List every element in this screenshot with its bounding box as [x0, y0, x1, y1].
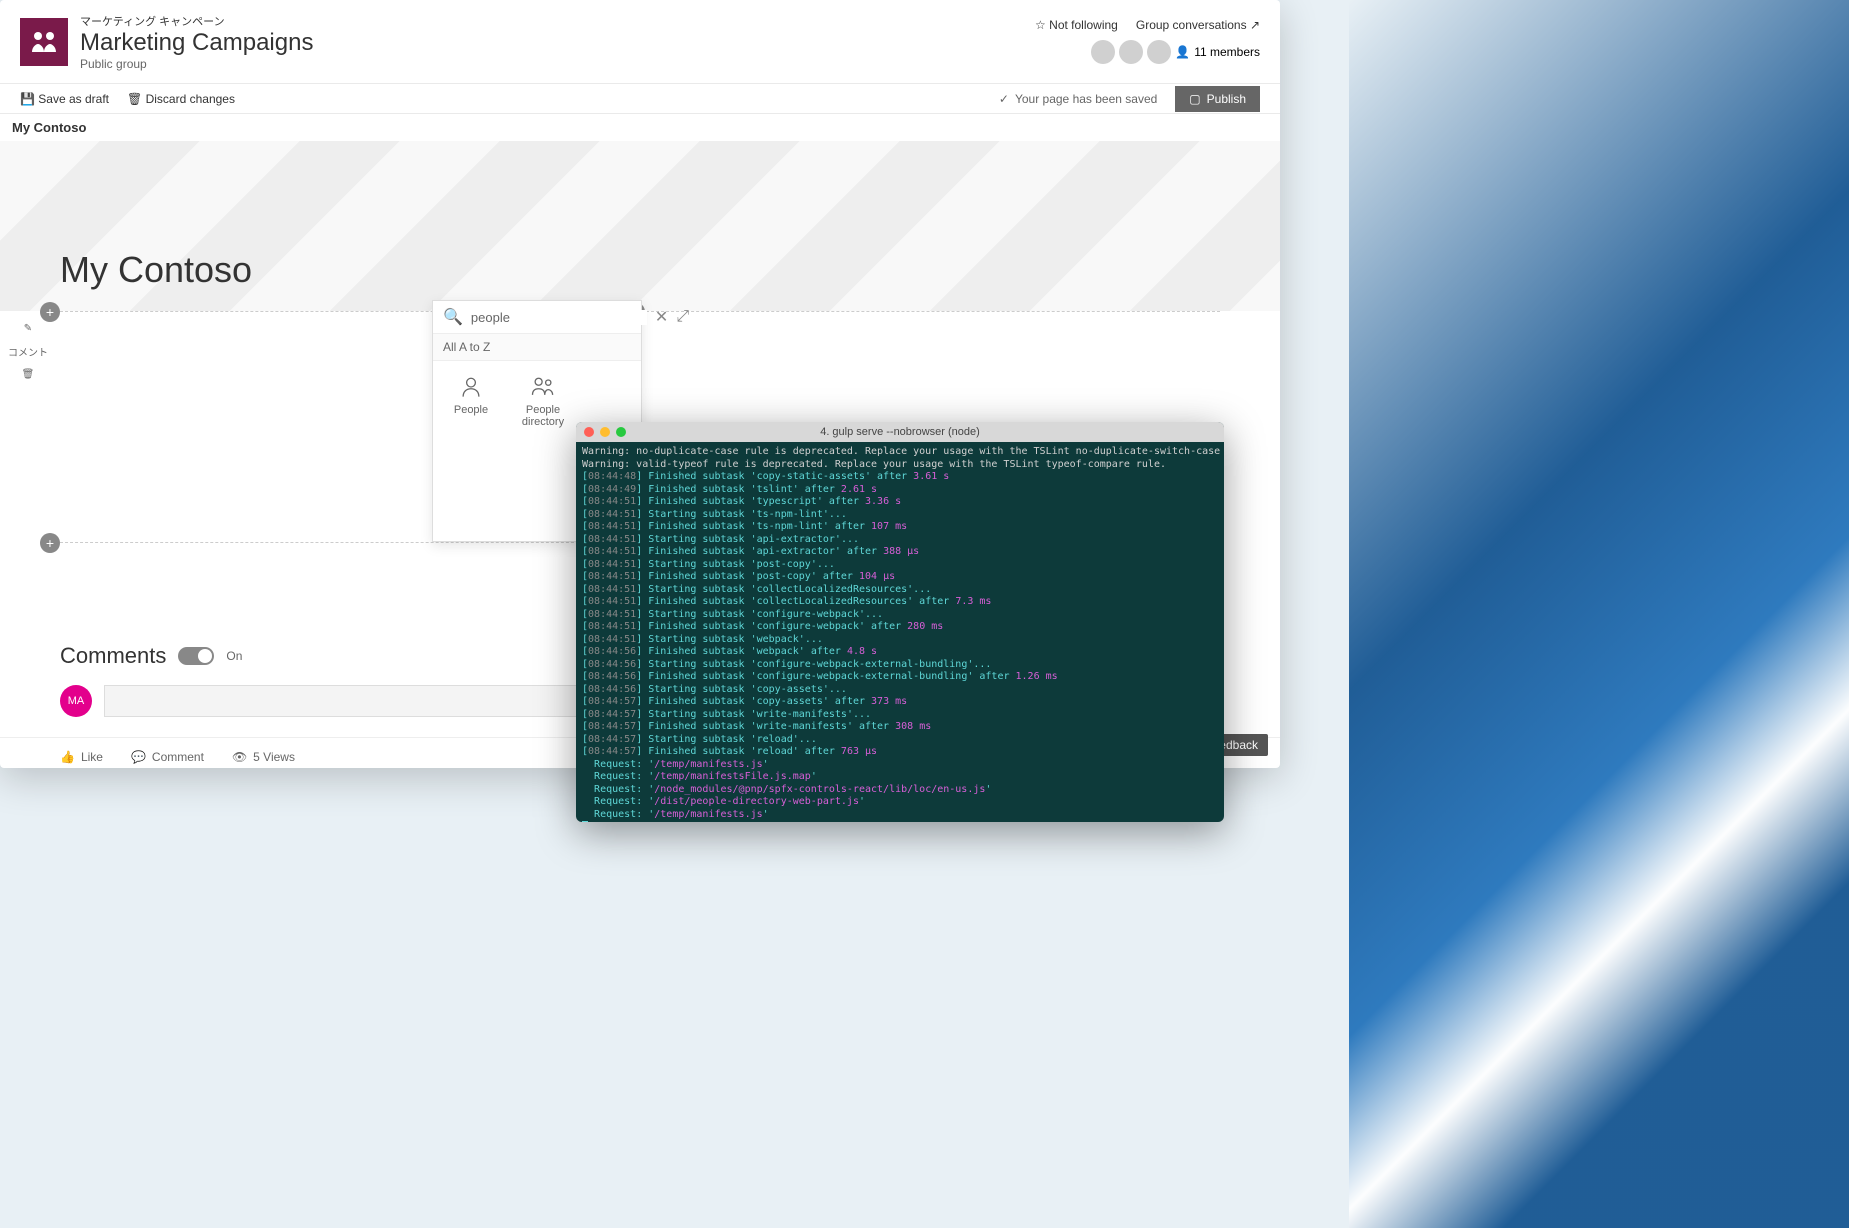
thumbs-up-icon: 👍 [60, 750, 75, 764]
terminal-title: 4. gulp serve --nobrowser (node) [576, 426, 1224, 438]
expand-icon[interactable]: ⤢ [676, 308, 689, 326]
external-link-icon: ↗ [1250, 18, 1260, 32]
comment-icon: 💬 [131, 750, 146, 764]
saved-status: ✓ Your page has been saved [999, 92, 1157, 106]
terminal-window[interactable]: 4. gulp serve --nobrowser (node) Warning… [576, 422, 1224, 822]
toolbox-item-people[interactable]: People [441, 373, 501, 529]
toolbox-item-label: People [441, 404, 501, 416]
add-section-button[interactable]: + [40, 533, 60, 553]
eye-icon: 👁 [232, 750, 247, 764]
check-icon: ✓ [999, 92, 1009, 106]
avatar [1119, 40, 1143, 64]
edit-icon[interactable]: ✎ [24, 323, 32, 334]
toolbox-filter-tab[interactable]: All A to Z [433, 334, 641, 361]
toolbox-item-label: People directory [513, 404, 573, 428]
not-following-link[interactable]: ☆ Not following [1035, 18, 1118, 32]
site-header: マーケティング キャンペーン Marketing Campaigns Publi… [0, 0, 1280, 84]
terminal-output[interactable]: Warning: no-duplicate-case rule is depre… [576, 442, 1224, 822]
comments-title: Comments [60, 643, 166, 669]
like-button[interactable]: 👍 Like [60, 750, 103, 764]
avatar [1147, 40, 1171, 64]
publish-icon: ▢ [1189, 92, 1200, 106]
save-icon: 💾 [20, 92, 35, 106]
terminal-titlebar[interactable]: 4. gulp serve --nobrowser (node) [576, 422, 1224, 442]
page-title[interactable]: My Contoso [60, 249, 252, 291]
person-icon: 👤 [1175, 45, 1190, 59]
clear-icon[interactable]: ✕ [655, 307, 668, 327]
save-draft-button[interactable]: 💾 Save as draft [20, 92, 109, 106]
toolbox-search-input[interactable] [471, 310, 647, 325]
delete-icon[interactable]: 🗑 [22, 369, 35, 380]
views-count: 👁 5 Views [232, 750, 295, 764]
members-link[interactable]: 👤 11 members [1035, 40, 1260, 64]
command-bar: 💾 Save as draft 🗑 Discard changes ✓ Your… [0, 84, 1280, 114]
hero-banner[interactable]: My Contoso [0, 141, 1280, 311]
add-section-button[interactable]: + [40, 302, 60, 322]
site-logo[interactable] [20, 18, 68, 66]
discard-icon: 🗑 [127, 92, 142, 106]
discard-button[interactable]: 🗑 Discard changes [127, 92, 235, 106]
toggle-label: On [226, 649, 242, 663]
comments-toggle[interactable] [178, 647, 214, 665]
side-tool-label: コメント [8, 344, 48, 359]
star-icon: ☆ [1035, 18, 1046, 32]
comment-button[interactable]: 💬 Comment [131, 750, 204, 764]
toolbox-item-people-directory[interactable]: People directory [513, 373, 573, 529]
group-conversations-link[interactable]: Group conversations ↗ [1136, 18, 1260, 32]
search-icon: 🔍 [443, 307, 463, 327]
avatar [1091, 40, 1115, 64]
publish-button[interactable]: ▢ Publish [1175, 86, 1260, 112]
breadcrumb[interactable]: My Contoso [0, 114, 1280, 141]
user-avatar: MA [60, 685, 92, 717]
